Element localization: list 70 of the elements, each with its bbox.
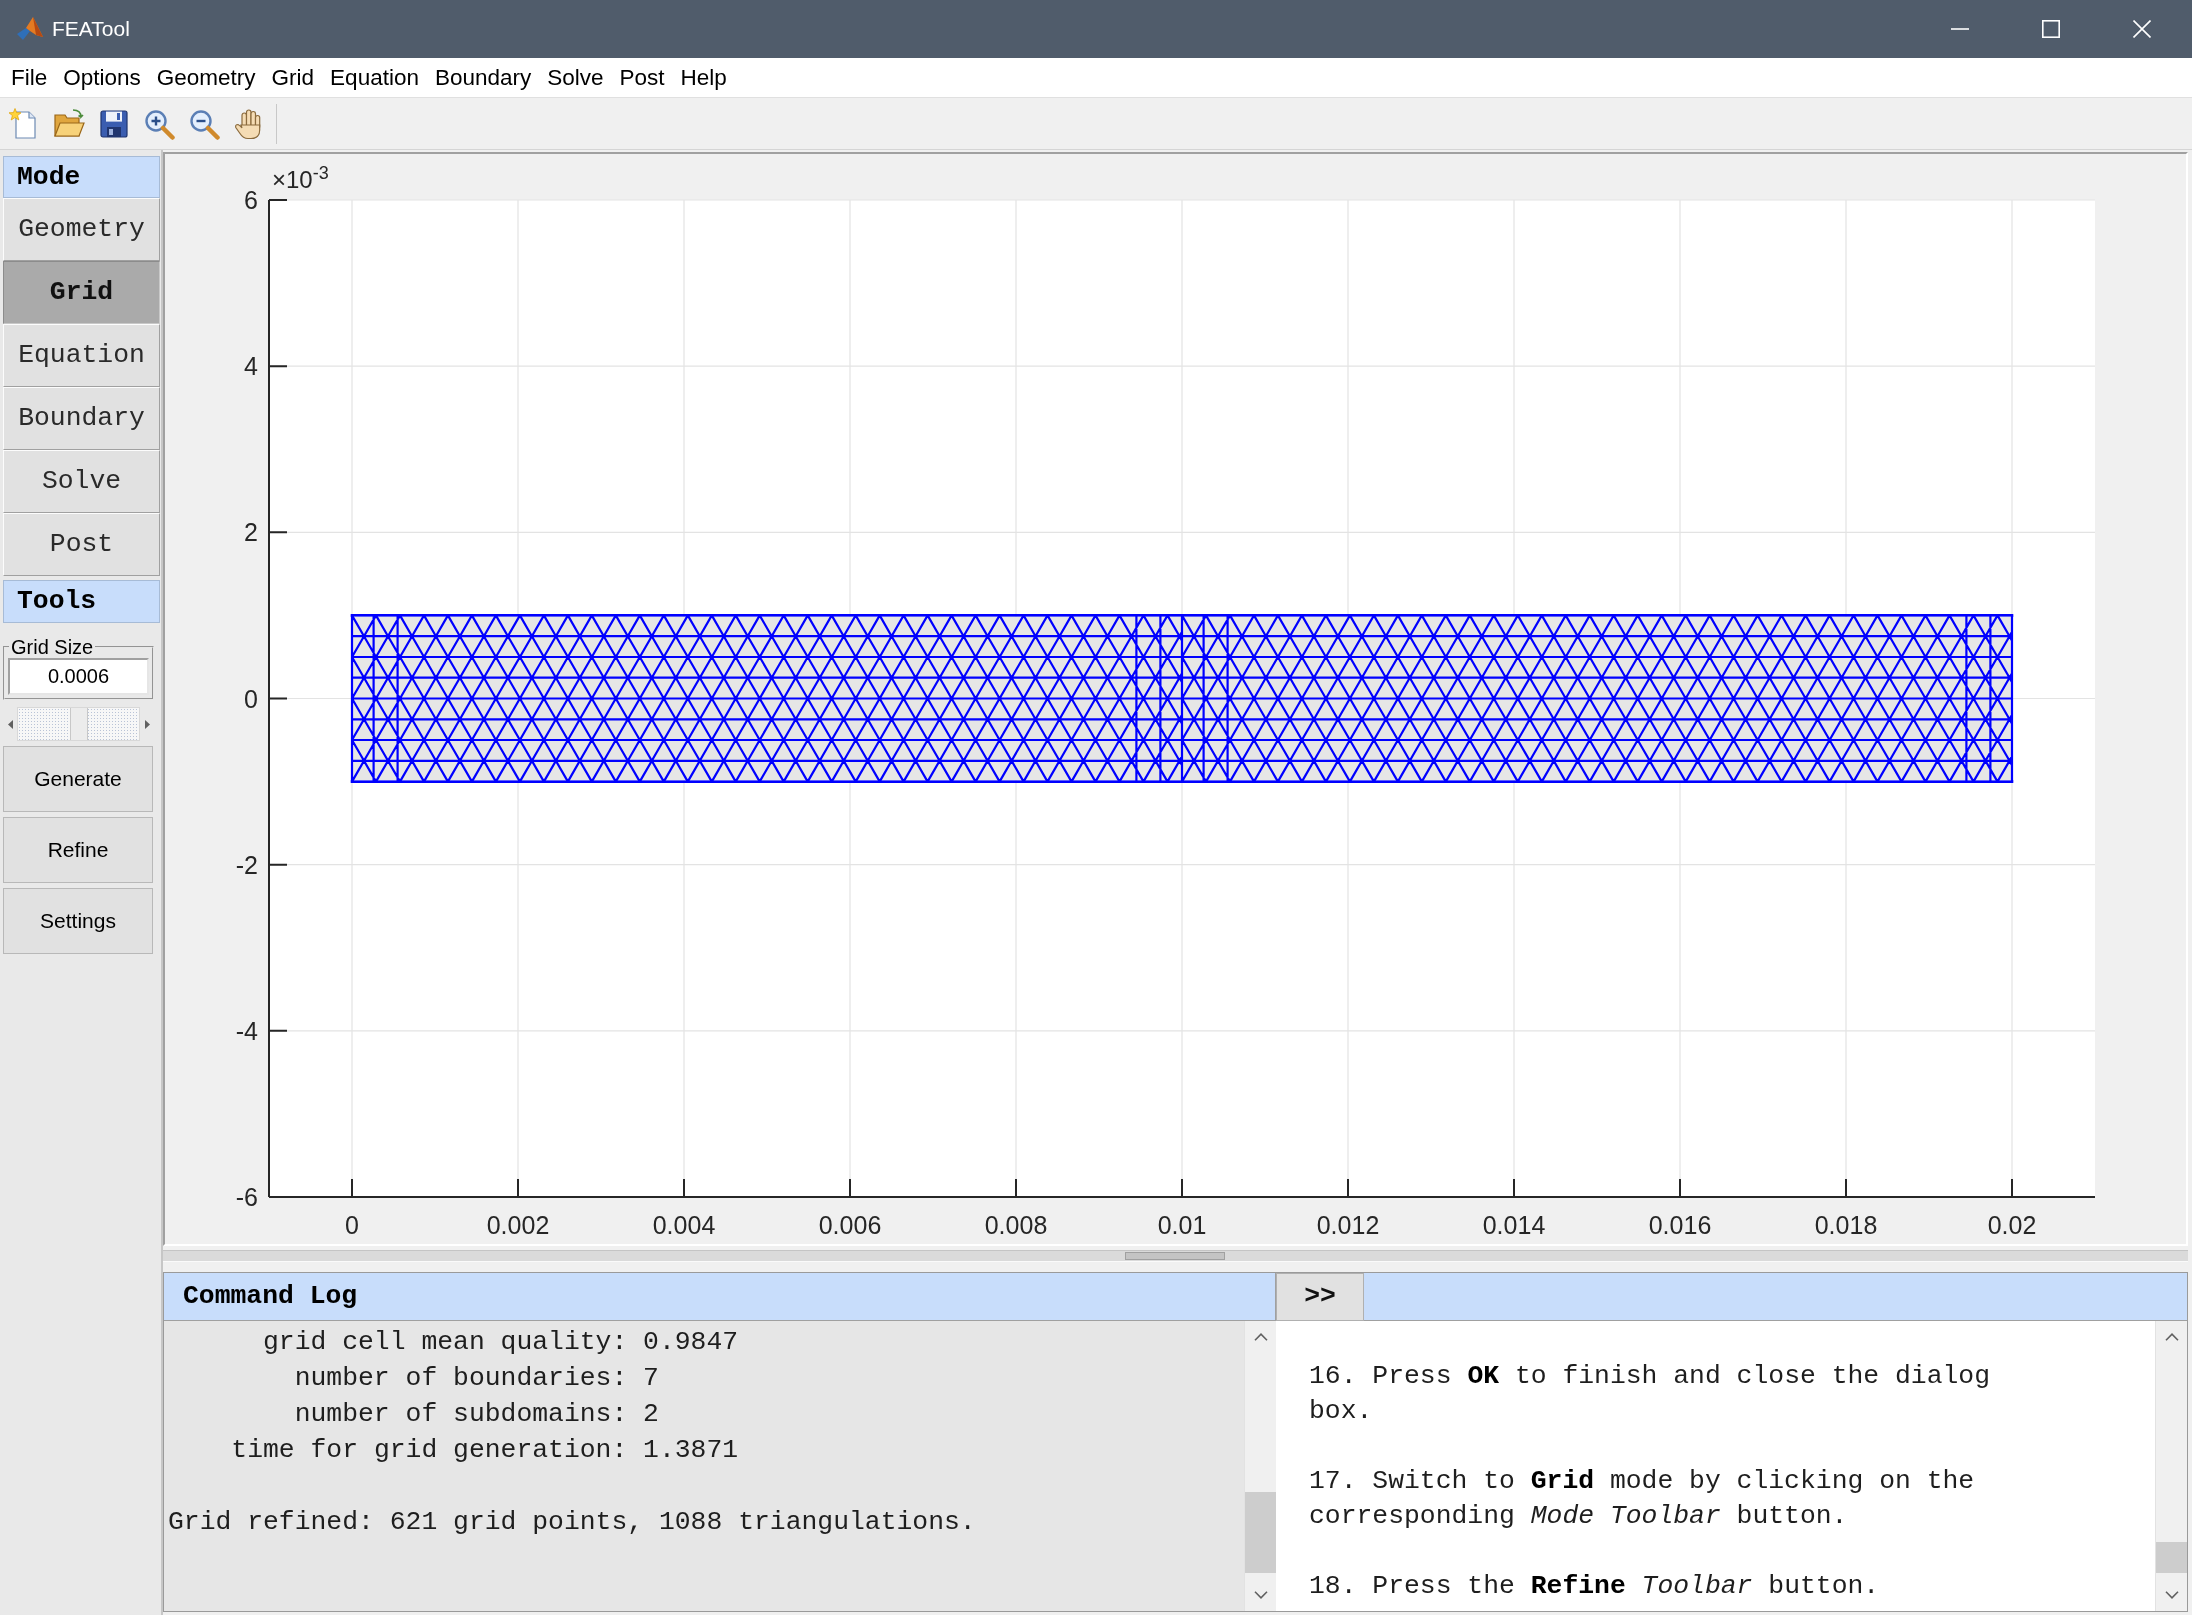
menu-item[interactable]: Grid xyxy=(263,62,323,93)
menu-item[interactable]: Equation xyxy=(322,62,427,93)
scrollbar-thumb[interactable] xyxy=(1245,1492,1276,1573)
mode-button[interactable]: Boundary xyxy=(3,387,160,450)
expand-button[interactable]: >> xyxy=(1276,1273,1364,1321)
grid-size-field[interactable]: 0.0006 xyxy=(8,658,149,695)
y-tick-label: 6 xyxy=(244,186,258,214)
x-tick-label: 0.014 xyxy=(1482,1211,1546,1239)
close-icon[interactable] xyxy=(2132,20,2151,38)
scroll-down-icon[interactable] xyxy=(1253,1591,1268,1599)
y-tick-label: -4 xyxy=(235,1016,258,1045)
log-title: Command Log xyxy=(164,1273,1276,1321)
x-tick-label: 0.01 xyxy=(1157,1211,1207,1239)
help-step: 17. Switch to Grid mode by clicking on the corresponding Mode Toolbar button. xyxy=(1309,1464,2022,1534)
x-tick-label: 0.016 xyxy=(1648,1211,1712,1239)
folder-icon[interactable] xyxy=(53,107,85,140)
y-tick-label: 4 xyxy=(244,352,258,381)
axis-exponent-label: ×10$^{-3}$ xyxy=(272,162,329,195)
x-tick-label: 0.018 xyxy=(1814,1211,1878,1239)
y-tick-label: -6 xyxy=(235,1183,258,1211)
tool-button[interactable]: Generate xyxy=(3,746,153,812)
tool-button[interactable]: Settings xyxy=(3,888,153,954)
window-title: FEATool xyxy=(52,16,130,42)
log-line: Grid refined: 621 grid points, 1088 triangulations. xyxy=(168,1506,976,1539)
log-line: grid cell mean quality: 0.9847 xyxy=(263,1326,739,1359)
menu-item[interactable]: Solve xyxy=(539,62,612,93)
scrollbar-thumb[interactable] xyxy=(2156,1542,2187,1573)
scroll-up-icon[interactable] xyxy=(1253,1333,1268,1341)
scroll-down-icon[interactable] xyxy=(2164,1591,2179,1599)
x-tick-label: 0.012 xyxy=(1316,1211,1380,1239)
y-tick-label: 2 xyxy=(244,518,258,547)
x-tick-label: 0.004 xyxy=(652,1211,716,1239)
log-line: number of boundaries: 7 xyxy=(294,1362,659,1395)
menu-item[interactable]: File xyxy=(3,62,56,93)
mode-button[interactable]: Geometry xyxy=(3,198,160,261)
x-tick-label: 0.002 xyxy=(486,1211,550,1239)
x-tick-label: 0.008 xyxy=(984,1211,1048,1239)
menu-item[interactable]: Options xyxy=(55,62,149,93)
grid-size-label: Grid Size xyxy=(10,636,95,658)
section-header: Mode xyxy=(3,156,160,198)
save-icon[interactable] xyxy=(98,107,130,140)
x-tick-label: 0.02 xyxy=(1987,1211,2037,1239)
minimize-icon[interactable] xyxy=(1950,28,1969,30)
y-tick-label: 0 xyxy=(244,684,258,713)
mode-button[interactable]: Solve xyxy=(3,450,160,513)
right-arrow-icon[interactable] xyxy=(144,719,150,729)
scroll-up-icon[interactable] xyxy=(2164,1333,2179,1341)
zoom-in-icon[interactable] xyxy=(143,107,175,140)
splitter-handle[interactable] xyxy=(1125,1252,1225,1260)
log-line: time for grid generation: 1.3871 xyxy=(231,1434,739,1467)
x-tick-label: 0 xyxy=(345,1211,359,1239)
maximize-icon[interactable] xyxy=(2041,20,2060,38)
mode-button[interactable]: Grid xyxy=(3,261,160,324)
mode-button[interactable]: Post xyxy=(3,513,160,576)
menu-item[interactable]: Post xyxy=(611,62,673,93)
tool-button[interactable]: Refine xyxy=(3,817,153,883)
zoom-out-icon[interactable] xyxy=(188,107,220,140)
slider-thumb[interactable] xyxy=(69,708,88,740)
section-header: Tools xyxy=(3,580,160,623)
grid-size-slider[interactable] xyxy=(17,707,140,741)
y-tick-label: -2 xyxy=(235,850,258,879)
menu-item[interactable]: Geometry xyxy=(148,62,264,93)
menu-item[interactable]: Boundary xyxy=(426,62,540,93)
help-step: 16. Press OK to finish and close the dialog box. xyxy=(1309,1359,2022,1429)
x-tick-label: 0.006 xyxy=(818,1211,882,1239)
menu-item[interactable]: Help xyxy=(672,62,735,93)
help-step: 18. Press the Refine Toolbar button. xyxy=(1309,1569,2022,1604)
mode-button[interactable]: Equation xyxy=(3,324,160,387)
log-line: number of subdomains: 2 xyxy=(294,1398,659,1431)
left-arrow-icon[interactable] xyxy=(7,719,13,729)
